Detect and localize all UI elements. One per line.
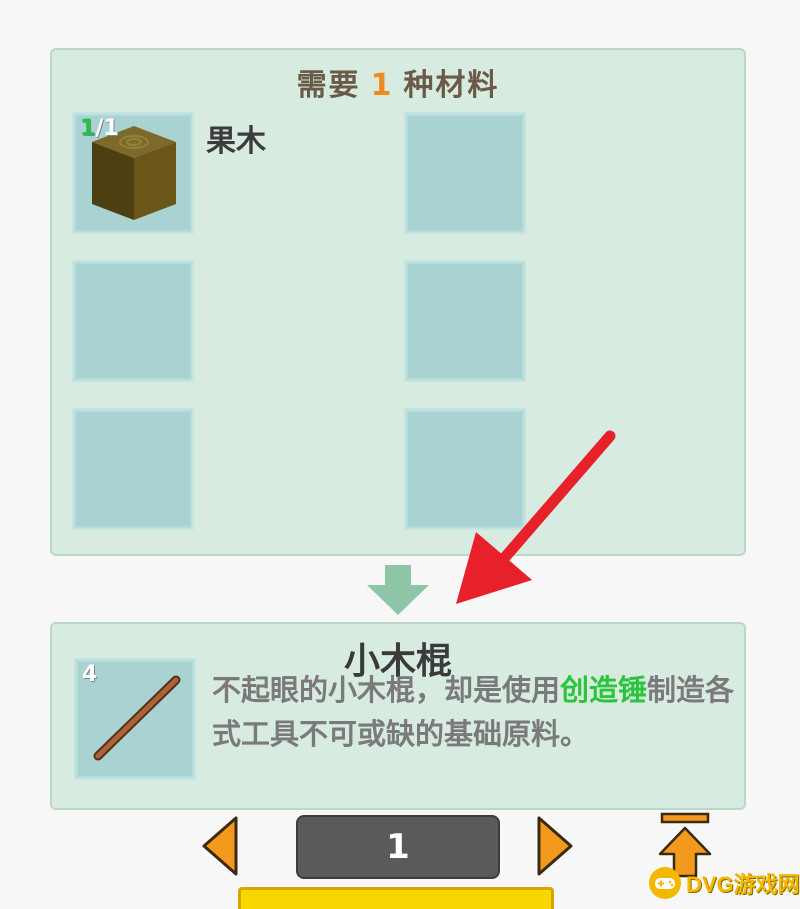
material-count: 1: [370, 68, 394, 103]
material-slot-2[interactable]: [404, 112, 526, 234]
material-slot-5[interactable]: [72, 408, 194, 530]
page-number[interactable]: 1: [296, 815, 500, 879]
down-arrow-icon: [367, 565, 429, 615]
next-page-button[interactable]: [535, 815, 575, 877]
red-pointer-arrow-icon: [456, 430, 616, 604]
header-suffix: 种材料: [403, 68, 500, 103]
materials-header: 需要 1 种材料: [52, 60, 744, 104]
prev-page-button[interactable]: [200, 815, 240, 877]
result-slot[interactable]: 4: [74, 658, 196, 780]
header-prefix: 需要: [296, 68, 361, 103]
result-quantity: 4: [82, 662, 98, 687]
material-slot-3[interactable]: [72, 260, 194, 382]
craft-button[interactable]: [238, 887, 554, 909]
material-slot-1[interactable]: 1/1: [72, 112, 194, 234]
material-name: 果木: [206, 124, 266, 159]
result-description: 不起眼的小木棍，却是使用创造锤制造各式工具不可或缺的基础原料。: [212, 673, 735, 751]
result-panel: 小木棍 4 不起眼的小木棍，却是使用创造锤制造各式工具不可或缺的基础原料。: [50, 622, 746, 810]
material-quantity: 1/1: [80, 116, 119, 141]
create-hammer-link: 创造锤: [560, 673, 648, 707]
gamepad-logo-icon: [649, 867, 681, 899]
watermark: DVG游戏网: [648, 866, 800, 900]
material-slot-4[interactable]: [404, 260, 526, 382]
materials-panel: 需要 1 种材料 1/1 果木: [50, 48, 746, 556]
